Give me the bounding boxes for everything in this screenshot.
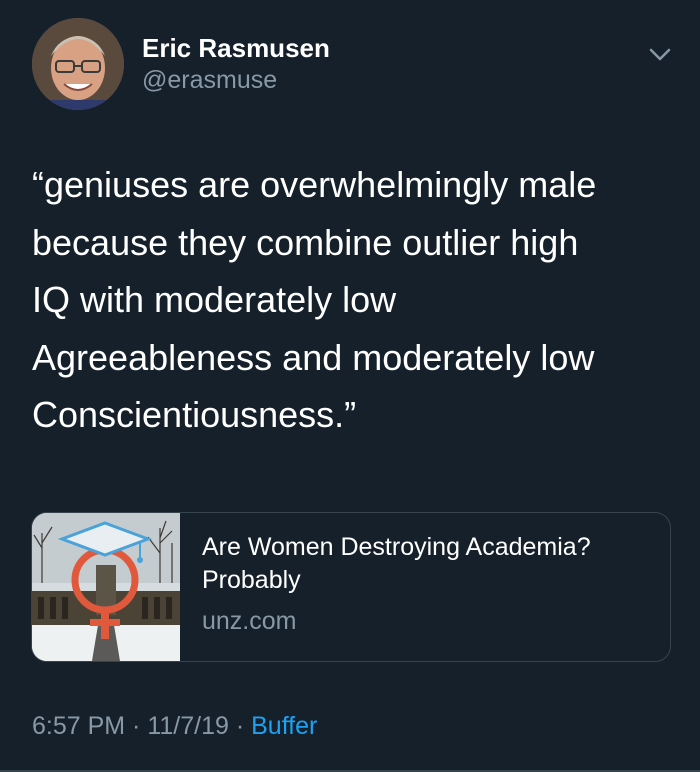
link-card-image: [32, 513, 180, 661]
link-card[interactable]: Are Women Destroying Academia? Probably …: [31, 512, 671, 662]
link-card-domain: unz.com: [202, 607, 297, 635]
avatar[interactable]: [32, 18, 124, 110]
tweet-source-link[interactable]: Buffer: [251, 712, 317, 740]
tweet-text: “geniuses are overwhelmingly male becaus…: [32, 164, 597, 435]
avatar-photo-icon: [32, 18, 124, 110]
tweet-time[interactable]: 6:57 PM: [32, 712, 125, 740]
tweet-meta: 6:57 PM · 11/7/19 · Buffer: [32, 708, 317, 744]
venus-symbol-mortarboard-icon: [32, 513, 180, 661]
link-card-text: Are Women Destroying Academia? Probably …: [202, 531, 654, 638]
author-info[interactable]: Eric Rasmusen @erasmuse: [142, 32, 330, 96]
author-display-name[interactable]: Eric Rasmusen: [142, 32, 330, 64]
chevron-down-icon[interactable]: [646, 40, 674, 68]
tweet-header: Eric Rasmusen @erasmuse: [32, 18, 680, 118]
meta-separator: ·: [228, 712, 252, 740]
meta-separator: ·: [125, 712, 148, 740]
tweet-date[interactable]: 11/7/19: [147, 712, 229, 740]
link-card-title: Are Women Destroying Academia? Probably: [202, 533, 591, 594]
author-handle[interactable]: @erasmuse: [142, 64, 330, 96]
